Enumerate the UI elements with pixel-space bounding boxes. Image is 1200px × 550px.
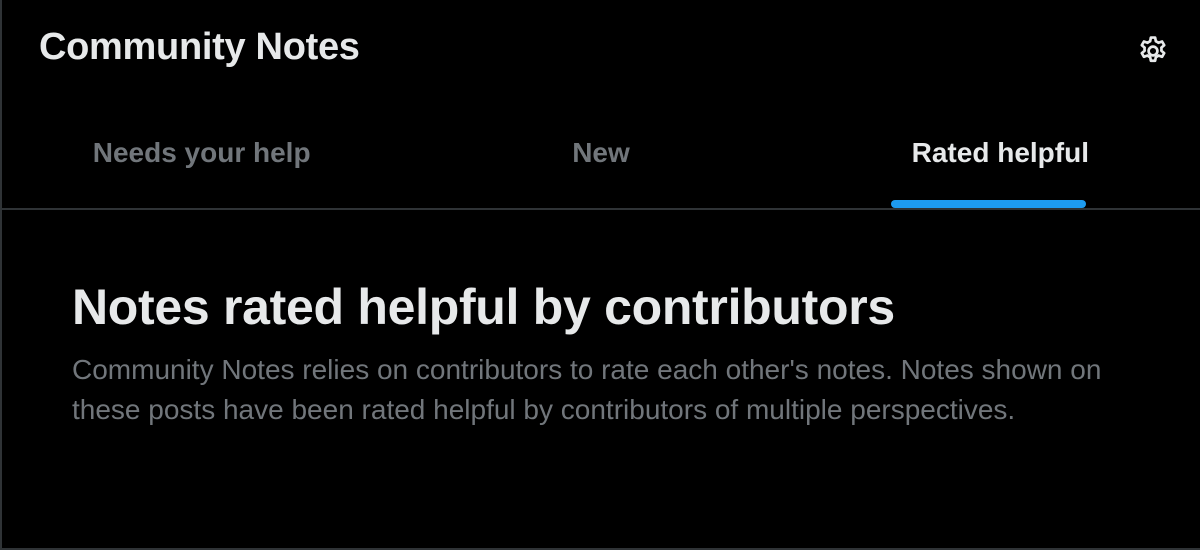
section-description: Community Notes relies on contributors t…	[72, 354, 1102, 425]
active-tab-indicator	[890, 200, 1086, 208]
community-notes-panel: Community Notes Needs your help New Rate…	[0, 0, 1200, 550]
tab-needs-your-help[interactable]: Needs your help	[2, 100, 401, 208]
main-content: Notes rated helpful by contributors Comm…	[72, 278, 1152, 430]
tab-label: Needs your help	[92, 137, 311, 168]
settings-button[interactable]	[1130, 28, 1176, 74]
gear-icon	[1140, 36, 1166, 63]
tab-bar: Needs your help New Rated helpful	[2, 100, 1200, 210]
section-title: Notes rated helpful by contributors	[72, 279, 895, 335]
page-title: Community Notes	[39, 26, 360, 68]
tab-new[interactable]: New	[401, 100, 800, 208]
tab-label: Rated helpful	[911, 137, 1089, 168]
tab-label: New	[572, 137, 630, 168]
header: Community Notes	[2, 0, 1200, 100]
tab-rated-helpful[interactable]: Rated helpful	[801, 100, 1200, 208]
